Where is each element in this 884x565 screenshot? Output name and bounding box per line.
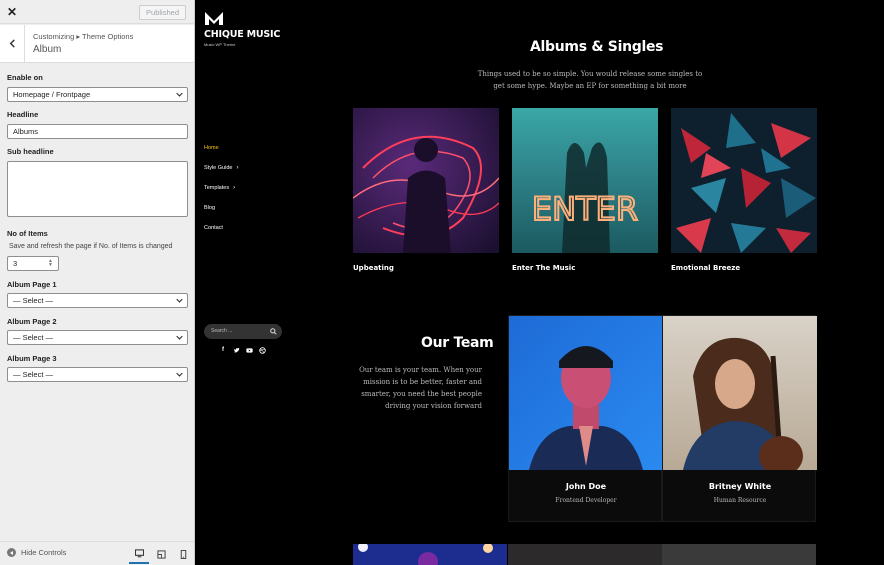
sub-headline-label: Sub headline: [7, 147, 54, 156]
headline-input[interactable]: Albums: [7, 124, 188, 139]
site-preview: CHIQUE MUSIC Music WP Theme Home Style G…: [195, 0, 884, 565]
album-page-1-value: — Select —: [13, 296, 54, 305]
album-page-2-value: — Select —: [13, 333, 54, 342]
published-button[interactable]: Published: [139, 5, 186, 20]
facebook-icon[interactable]: f: [219, 346, 227, 354]
album-cover-emotional-breeze[interactable]: [671, 108, 817, 253]
nav-item-label: Templates: [204, 185, 230, 191]
close-customizer-button[interactable]: ✕: [0, 0, 24, 24]
chevron-down-icon: [176, 92, 183, 97]
album-title-upbeating[interactable]: Upbeating: [353, 264, 394, 272]
site-logo[interactable]: [204, 11, 224, 26]
hide-controls-label: Hide Controls: [21, 548, 67, 557]
breadcrumb: Customizing ▸ Theme Options: [33, 32, 134, 41]
enable-on-label: Enable on: [7, 73, 43, 82]
nav-item-label: Blog: [204, 205, 216, 211]
enable-on-select[interactable]: Homepage / Frontpage: [7, 87, 188, 102]
album-title-enter-the-music[interactable]: Enter The Music: [512, 264, 575, 272]
nav-item-label: Style Guide: [204, 165, 233, 171]
team-card-britney-white[interactable]: Britney White Human Resource: [662, 315, 817, 522]
customizer-panel: ✕ Published Customizing ▸ Theme Options …: [0, 0, 195, 565]
nav-item-blog[interactable]: Blog: [204, 205, 215, 211]
chevron-down-icon: [176, 298, 183, 303]
team-member-name: Britney White: [708, 482, 772, 491]
nav-item-label: Contact: [204, 225, 223, 231]
nav-item-home[interactable]: Home: [204, 145, 219, 151]
team-description-line-3: smarter, you need the best people: [361, 390, 482, 398]
no-of-items-value: 3: [13, 259, 18, 268]
dribbble-icon[interactable]: [258, 346, 266, 354]
nav-item-label: Home: [204, 145, 219, 151]
album-page-2-label: Album Page 2: [7, 317, 57, 326]
album-image: [353, 108, 499, 253]
chevron-down-icon: [176, 372, 183, 377]
album-page-1-label: Album Page 1: [7, 280, 57, 289]
back-button[interactable]: [0, 25, 25, 62]
hide-controls-button[interactable]: Hide Controls: [7, 548, 66, 557]
sub-headline-textarea[interactable]: [7, 161, 188, 217]
chevron-down-icon: [176, 335, 183, 340]
team-member-name: John Doe: [565, 482, 607, 491]
album-neon-text: ENTER: [532, 190, 638, 228]
no-of-items-description: Save and refresh the page if No. of Item…: [9, 243, 173, 250]
search-icon[interactable]: [270, 328, 277, 335]
chevron-left-icon: [9, 39, 15, 48]
site-tagline: Music WP Theme: [204, 42, 236, 47]
customizer-footer: Hide Controls: [0, 541, 194, 565]
search-input[interactable]: Search ...: [204, 324, 282, 339]
section-header: Customizing ▸ Theme Options Album: [0, 25, 194, 63]
gallery-image[interactable]: [508, 544, 662, 565]
close-icon: ✕: [6, 5, 18, 19]
album-image: ENTER: [512, 108, 658, 253]
team-description-line-1: Our team is your team. When your: [359, 366, 482, 374]
albums-intro-line-2: get some hype. Maybe an EP for something…: [493, 82, 687, 90]
gallery-image[interactable]: [353, 544, 507, 565]
album-title-emotional-breeze[interactable]: Emotional Breeze: [671, 264, 740, 272]
team-card-john-doe[interactable]: John Doe Frontend Developer: [508, 315, 663, 522]
tablet-icon: [156, 550, 166, 559]
enable-on-value: Homepage / Frontpage: [13, 90, 91, 99]
nav-item-style-guide[interactable]: Style Guide ›: [204, 165, 238, 171]
album-page-2-select[interactable]: — Select —: [7, 330, 188, 345]
headline-label: Headline: [7, 110, 39, 119]
spinner-arrows-icon[interactable]: ▲ ▼: [48, 259, 53, 268]
team-description-line-2: mission is to be better, faster and: [363, 378, 482, 386]
team-photo: [663, 316, 817, 470]
desktop-icon: [134, 549, 144, 558]
team-description-line-4: driving your vision forward: [385, 402, 482, 410]
search-placeholder: Search ...: [211, 328, 233, 334]
team-section-title: Our Team: [421, 335, 494, 351]
team-member-role: Frontend Developer: [555, 497, 617, 504]
album-page-3-select[interactable]: — Select —: [7, 367, 188, 382]
team-member-role: Human Resource: [713, 497, 767, 504]
mobile-icon: [180, 550, 186, 559]
section-title: Album: [33, 44, 62, 55]
no-of-items-label: No of Items: [7, 229, 48, 238]
albums-section-title: Albums & Singles: [530, 39, 664, 55]
twitter-icon[interactable]: [232, 346, 240, 354]
collapse-icon: [7, 548, 16, 557]
gallery-image[interactable]: [662, 544, 816, 565]
albums-intro-line-1: Things used to be so simple. You would r…: [477, 70, 703, 78]
preview-desktop-button[interactable]: [129, 545, 149, 564]
site-name[interactable]: CHIQUE MUSIC: [204, 29, 280, 40]
customizer-header: ✕ Published: [0, 0, 194, 24]
nav-item-templates[interactable]: Templates ›: [204, 185, 235, 191]
album-cover-enter-the-music[interactable]: ENTER: [512, 108, 658, 253]
youtube-icon[interactable]: [245, 346, 253, 354]
album-page-3-value: — Select —: [13, 370, 54, 379]
chevron-right-icon: ›: [236, 165, 239, 171]
team-photo: [509, 316, 663, 470]
chevron-right-icon: ›: [233, 185, 236, 191]
album-page-1-select[interactable]: — Select —: [7, 293, 188, 308]
album-page-3-label: Album Page 3: [7, 354, 57, 363]
no-of-items-input[interactable]: 3 ▲ ▼: [7, 256, 59, 271]
nav-item-contact[interactable]: Contact: [204, 225, 223, 231]
preview-tablet-button[interactable]: [151, 545, 171, 564]
preview-mobile-button[interactable]: [173, 545, 193, 564]
album-cover-upbeating[interactable]: [353, 108, 499, 253]
album-image: [671, 108, 817, 253]
